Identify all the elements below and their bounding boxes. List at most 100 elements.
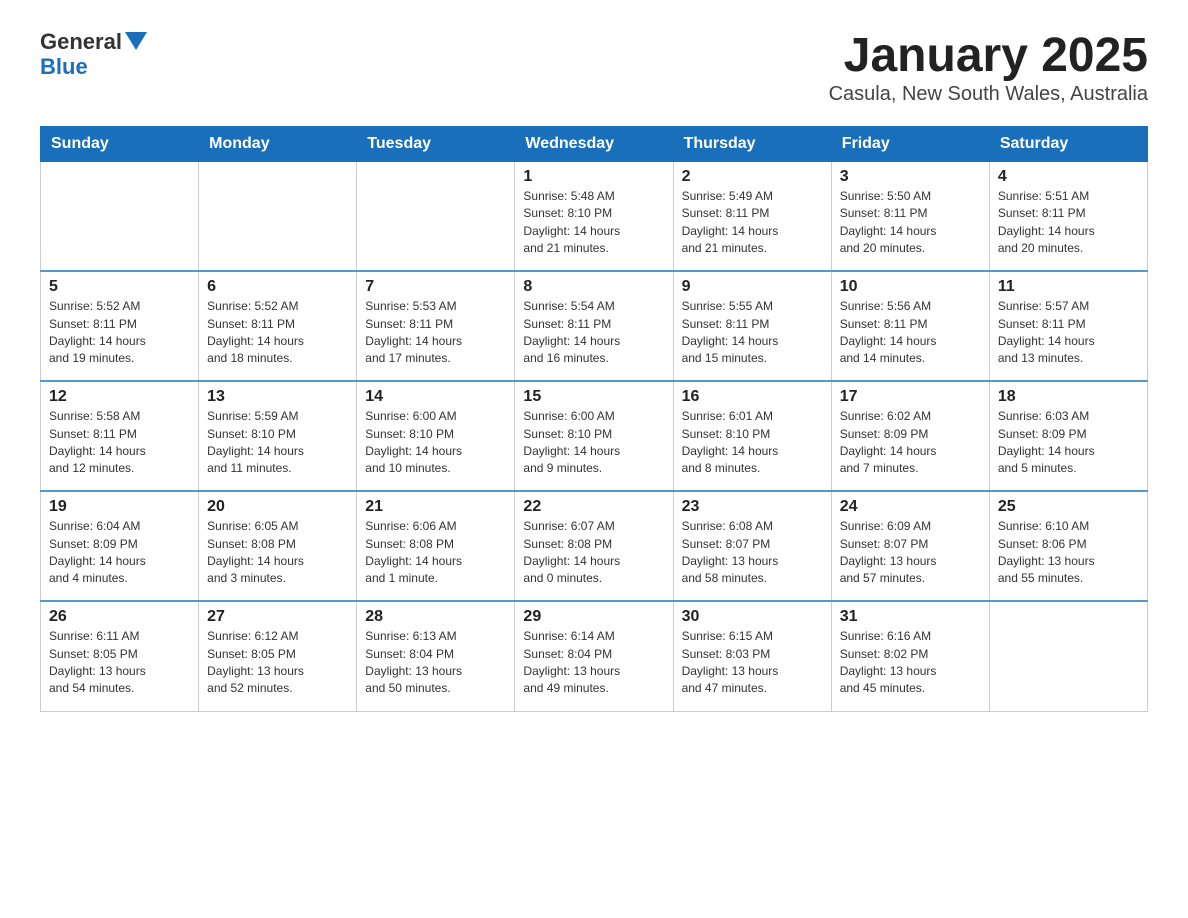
calendar-week-row: 12 Sunrise: 5:58 AM Sunset: 8:11 PM Dayli… [41, 381, 1148, 491]
day-number: 14 [365, 388, 506, 406]
calendar-cell: 6 Sunrise: 5:52 AM Sunset: 8:11 PM Daylig… [199, 271, 357, 381]
day-info: Sunrise: 6:08 AM Sunset: 8:07 PM Dayligh… [682, 518, 823, 588]
day-number: 2 [682, 168, 823, 186]
day-number: 28 [365, 608, 506, 626]
day-info: Sunrise: 5:55 AM Sunset: 8:11 PM Dayligh… [682, 298, 823, 368]
day-info: Sunrise: 5:49 AM Sunset: 8:11 PM Dayligh… [682, 188, 823, 258]
calendar-cell: 15 Sunrise: 6:00 AM Sunset: 8:10 PM Dayli… [515, 381, 673, 491]
calendar-cell: 3 Sunrise: 5:50 AM Sunset: 8:11 PM Daylig… [831, 161, 989, 271]
day-info: Sunrise: 5:54 AM Sunset: 8:11 PM Dayligh… [523, 298, 664, 368]
day-info: Sunrise: 6:07 AM Sunset: 8:08 PM Dayligh… [523, 518, 664, 588]
day-number: 18 [998, 388, 1139, 406]
day-info: Sunrise: 5:52 AM Sunset: 8:11 PM Dayligh… [207, 298, 348, 368]
day-info: Sunrise: 5:53 AM Sunset: 8:11 PM Dayligh… [365, 298, 506, 368]
calendar-cell: 2 Sunrise: 5:49 AM Sunset: 8:11 PM Daylig… [673, 161, 831, 271]
calendar-cell: 26 Sunrise: 6:11 AM Sunset: 8:05 PM Dayli… [41, 601, 199, 711]
day-number: 29 [523, 608, 664, 626]
day-info: Sunrise: 6:04 AM Sunset: 8:09 PM Dayligh… [49, 518, 190, 588]
day-info: Sunrise: 6:01 AM Sunset: 8:10 PM Dayligh… [682, 408, 823, 478]
calendar-cell [41, 161, 199, 271]
day-info: Sunrise: 6:00 AM Sunset: 8:10 PM Dayligh… [523, 408, 664, 478]
day-info: Sunrise: 6:11 AM Sunset: 8:05 PM Dayligh… [49, 628, 190, 698]
day-info: Sunrise: 6:16 AM Sunset: 8:02 PM Dayligh… [840, 628, 981, 698]
day-number: 3 [840, 168, 981, 186]
calendar-cell: 24 Sunrise: 6:09 AM Sunset: 8:07 PM Dayli… [831, 491, 989, 601]
calendar-cell: 5 Sunrise: 5:52 AM Sunset: 8:11 PM Daylig… [41, 271, 199, 381]
calendar-cell: 14 Sunrise: 6:00 AM Sunset: 8:10 PM Dayli… [357, 381, 515, 491]
calendar-cell: 9Sunrise: 5:55 AM Sunset: 8:11 PM Daylig… [673, 271, 831, 381]
calendar-header-row: SundayMondayTuesdayWednesdayThursdayFrid… [41, 126, 1148, 161]
calendar-cell: 30Sunrise: 6:15 AM Sunset: 8:03 PM Dayli… [673, 601, 831, 711]
title-block: January 2025 Casula, New South Wales, Au… [829, 30, 1148, 106]
day-number: 25 [998, 498, 1139, 516]
day-info: Sunrise: 6:13 AM Sunset: 8:04 PM Dayligh… [365, 628, 506, 698]
calendar-cell: 19Sunrise: 6:04 AM Sunset: 8:09 PM Dayli… [41, 491, 199, 601]
day-info: Sunrise: 5:48 AM Sunset: 8:10 PM Dayligh… [523, 188, 664, 258]
calendar-cell: 31 Sunrise: 6:16 AM Sunset: 8:02 PM Dayli… [831, 601, 989, 711]
calendar-cell: 23 Sunrise: 6:08 AM Sunset: 8:07 PM Dayli… [673, 491, 831, 601]
day-info: Sunrise: 6:10 AM Sunset: 8:06 PM Dayligh… [998, 518, 1139, 588]
day-number: 27 [207, 608, 348, 626]
day-number: 15 [523, 388, 664, 406]
logo: General Blue [40, 30, 147, 79]
calendar-cell [357, 161, 515, 271]
day-info: Sunrise: 6:15 AM Sunset: 8:03 PM Dayligh… [682, 628, 823, 698]
calendar-cell [199, 161, 357, 271]
day-number: 6 [207, 278, 348, 296]
calendar-cell: 7 Sunrise: 5:53 AM Sunset: 8:11 PM Daylig… [357, 271, 515, 381]
calendar-cell: 20 Sunrise: 6:05 AM Sunset: 8:08 PM Dayli… [199, 491, 357, 601]
day-number: 23 [682, 498, 823, 516]
day-number: 24 [840, 498, 981, 516]
calendar-header-friday: Friday [831, 126, 989, 161]
calendar-cell: 28 Sunrise: 6:13 AM Sunset: 8:04 PM Dayli… [357, 601, 515, 711]
day-number: 5 [49, 278, 190, 296]
calendar-cell: 22 Sunrise: 6:07 AM Sunset: 8:08 PM Dayli… [515, 491, 673, 601]
calendar-cell: 25 Sunrise: 6:10 AM Sunset: 8:06 PM Dayli… [989, 491, 1147, 601]
calendar-cell: 8 Sunrise: 5:54 AM Sunset: 8:11 PM Daylig… [515, 271, 673, 381]
page-title: January 2025 [829, 30, 1148, 83]
calendar-cell: 16Sunrise: 6:01 AM Sunset: 8:10 PM Dayli… [673, 381, 831, 491]
day-number: 13 [207, 388, 348, 406]
day-info: Sunrise: 5:52 AM Sunset: 8:11 PM Dayligh… [49, 298, 190, 368]
calendar-cell: 17Sunrise: 6:02 AM Sunset: 8:09 PM Dayli… [831, 381, 989, 491]
calendar-cell: 21Sunrise: 6:06 AM Sunset: 8:08 PM Dayli… [357, 491, 515, 601]
calendar-week-row: 1 Sunrise: 5:48 AM Sunset: 8:10 PM Daylig… [41, 161, 1148, 271]
day-number: 7 [365, 278, 506, 296]
calendar-cell: 11 Sunrise: 5:57 AM Sunset: 8:11 PM Dayli… [989, 271, 1147, 381]
day-number: 22 [523, 498, 664, 516]
calendar-header-saturday: Saturday [989, 126, 1147, 161]
day-number: 8 [523, 278, 664, 296]
logo-text-blue: Blue [40, 55, 88, 79]
day-number: 31 [840, 608, 981, 626]
day-info: Sunrise: 6:05 AM Sunset: 8:08 PM Dayligh… [207, 518, 348, 588]
calendar-cell: 4Sunrise: 5:51 AM Sunset: 8:11 PM Daylig… [989, 161, 1147, 271]
day-number: 26 [49, 608, 190, 626]
day-number: 10 [840, 278, 981, 296]
day-info: Sunrise: 6:06 AM Sunset: 8:08 PM Dayligh… [365, 518, 506, 588]
day-info: Sunrise: 5:57 AM Sunset: 8:11 PM Dayligh… [998, 298, 1139, 368]
calendar-header-thursday: Thursday [673, 126, 831, 161]
day-number: 12 [49, 388, 190, 406]
day-info: Sunrise: 5:51 AM Sunset: 8:11 PM Dayligh… [998, 188, 1139, 258]
day-info: Sunrise: 5:59 AM Sunset: 8:10 PM Dayligh… [207, 408, 348, 478]
logo-text-black: General [40, 30, 122, 54]
day-number: 20 [207, 498, 348, 516]
calendar-cell: 12 Sunrise: 5:58 AM Sunset: 8:11 PM Dayli… [41, 381, 199, 491]
page-subtitle: Casula, New South Wales, Australia [829, 83, 1148, 106]
day-info: Sunrise: 6:00 AM Sunset: 8:10 PM Dayligh… [365, 408, 506, 478]
day-number: 11 [998, 278, 1139, 296]
day-info: Sunrise: 5:58 AM Sunset: 8:11 PM Dayligh… [49, 408, 190, 478]
calendar-header-sunday: Sunday [41, 126, 199, 161]
day-info: Sunrise: 5:50 AM Sunset: 8:11 PM Dayligh… [840, 188, 981, 258]
calendar-week-row: 19Sunrise: 6:04 AM Sunset: 8:09 PM Dayli… [41, 491, 1148, 601]
calendar-header-monday: Monday [199, 126, 357, 161]
logo-triangle-icon [125, 32, 147, 50]
calendar-header-wednesday: Wednesday [515, 126, 673, 161]
calendar-cell: 29Sunrise: 6:14 AM Sunset: 8:04 PM Dayli… [515, 601, 673, 711]
day-number: 1 [523, 168, 664, 186]
page-header: General Blue January 2025 Casula, New So… [40, 30, 1148, 106]
day-info: Sunrise: 6:09 AM Sunset: 8:07 PM Dayligh… [840, 518, 981, 588]
day-info: Sunrise: 6:12 AM Sunset: 8:05 PM Dayligh… [207, 628, 348, 698]
day-number: 17 [840, 388, 981, 406]
day-info: Sunrise: 6:03 AM Sunset: 8:09 PM Dayligh… [998, 408, 1139, 478]
